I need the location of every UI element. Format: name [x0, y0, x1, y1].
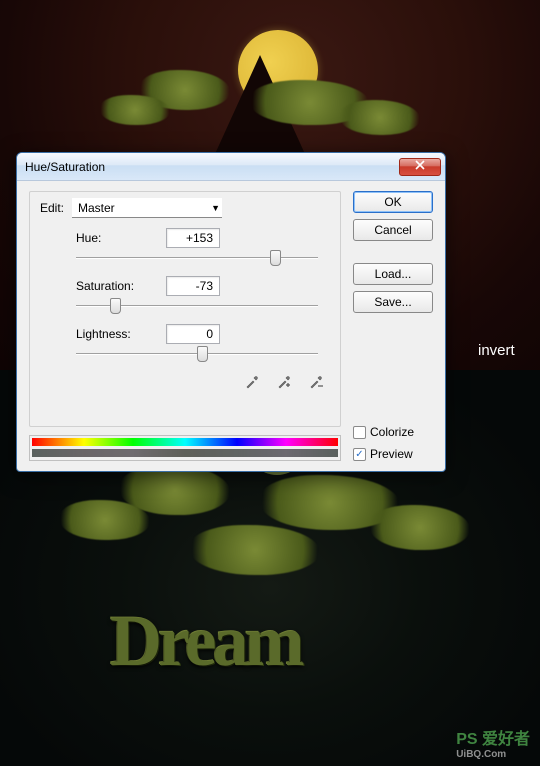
- spectrum-preview: [29, 435, 341, 461]
- saturation-input[interactable]: [166, 276, 220, 296]
- watermark: PS 爱好者 UiBQ.Com: [456, 725, 530, 760]
- close-icon: [415, 160, 425, 173]
- edit-value: Master: [78, 201, 115, 215]
- cancel-button[interactable]: Cancel: [353, 219, 433, 241]
- hue-thumb[interactable]: [270, 250, 281, 266]
- eyedropper-add-icon[interactable]: [274, 372, 294, 392]
- lightness-label: Lightness:: [76, 327, 166, 341]
- eyedropper-icon[interactable]: [242, 372, 262, 392]
- ok-button[interactable]: OK: [353, 191, 433, 213]
- edit-label: Edit:: [40, 201, 66, 215]
- spectrum-result: [32, 449, 338, 457]
- colorize-checkbox[interactable]: [353, 426, 366, 439]
- dream-art-text: Dream: [110, 600, 301, 683]
- slider-track: [76, 257, 318, 259]
- save-button[interactable]: Save...: [353, 291, 433, 313]
- dialog-titlebar[interactable]: Hue/Saturation: [17, 153, 445, 181]
- controls-group: Edit: Master ▼ Hue: Saturation:: [29, 191, 341, 427]
- chevron-down-icon: ▼: [211, 203, 220, 213]
- lightness-input[interactable]: [166, 324, 220, 344]
- watermark-url: UiBQ.Com: [456, 749, 530, 760]
- hue-input[interactable]: [166, 228, 220, 248]
- preview-checkbox[interactable]: ✓: [353, 448, 366, 461]
- hue-saturation-dialog: Hue/Saturation Edit: Master ▼ Hue:: [16, 152, 446, 472]
- colorize-label: Colorize: [370, 425, 414, 439]
- eyedropper-subtract-icon[interactable]: [306, 372, 326, 392]
- lightness-slider[interactable]: [76, 346, 318, 362]
- hue-label: Hue:: [76, 231, 166, 245]
- hue-slider[interactable]: [76, 250, 318, 266]
- saturation-label: Saturation:: [76, 279, 166, 293]
- saturation-thumb[interactable]: [110, 298, 121, 314]
- edit-combobox[interactable]: Master ▼: [72, 198, 222, 218]
- preview-label: Preview: [370, 447, 413, 461]
- load-button[interactable]: Load...: [353, 263, 433, 285]
- invert-label: invert: [478, 342, 515, 359]
- spectrum-source: [32, 438, 338, 446]
- dialog-title: Hue/Saturation: [25, 160, 399, 174]
- lightness-thumb[interactable]: [197, 346, 208, 362]
- close-button[interactable]: [399, 158, 441, 176]
- watermark-main: PS 爱好者: [456, 731, 530, 748]
- saturation-slider[interactable]: [76, 298, 318, 314]
